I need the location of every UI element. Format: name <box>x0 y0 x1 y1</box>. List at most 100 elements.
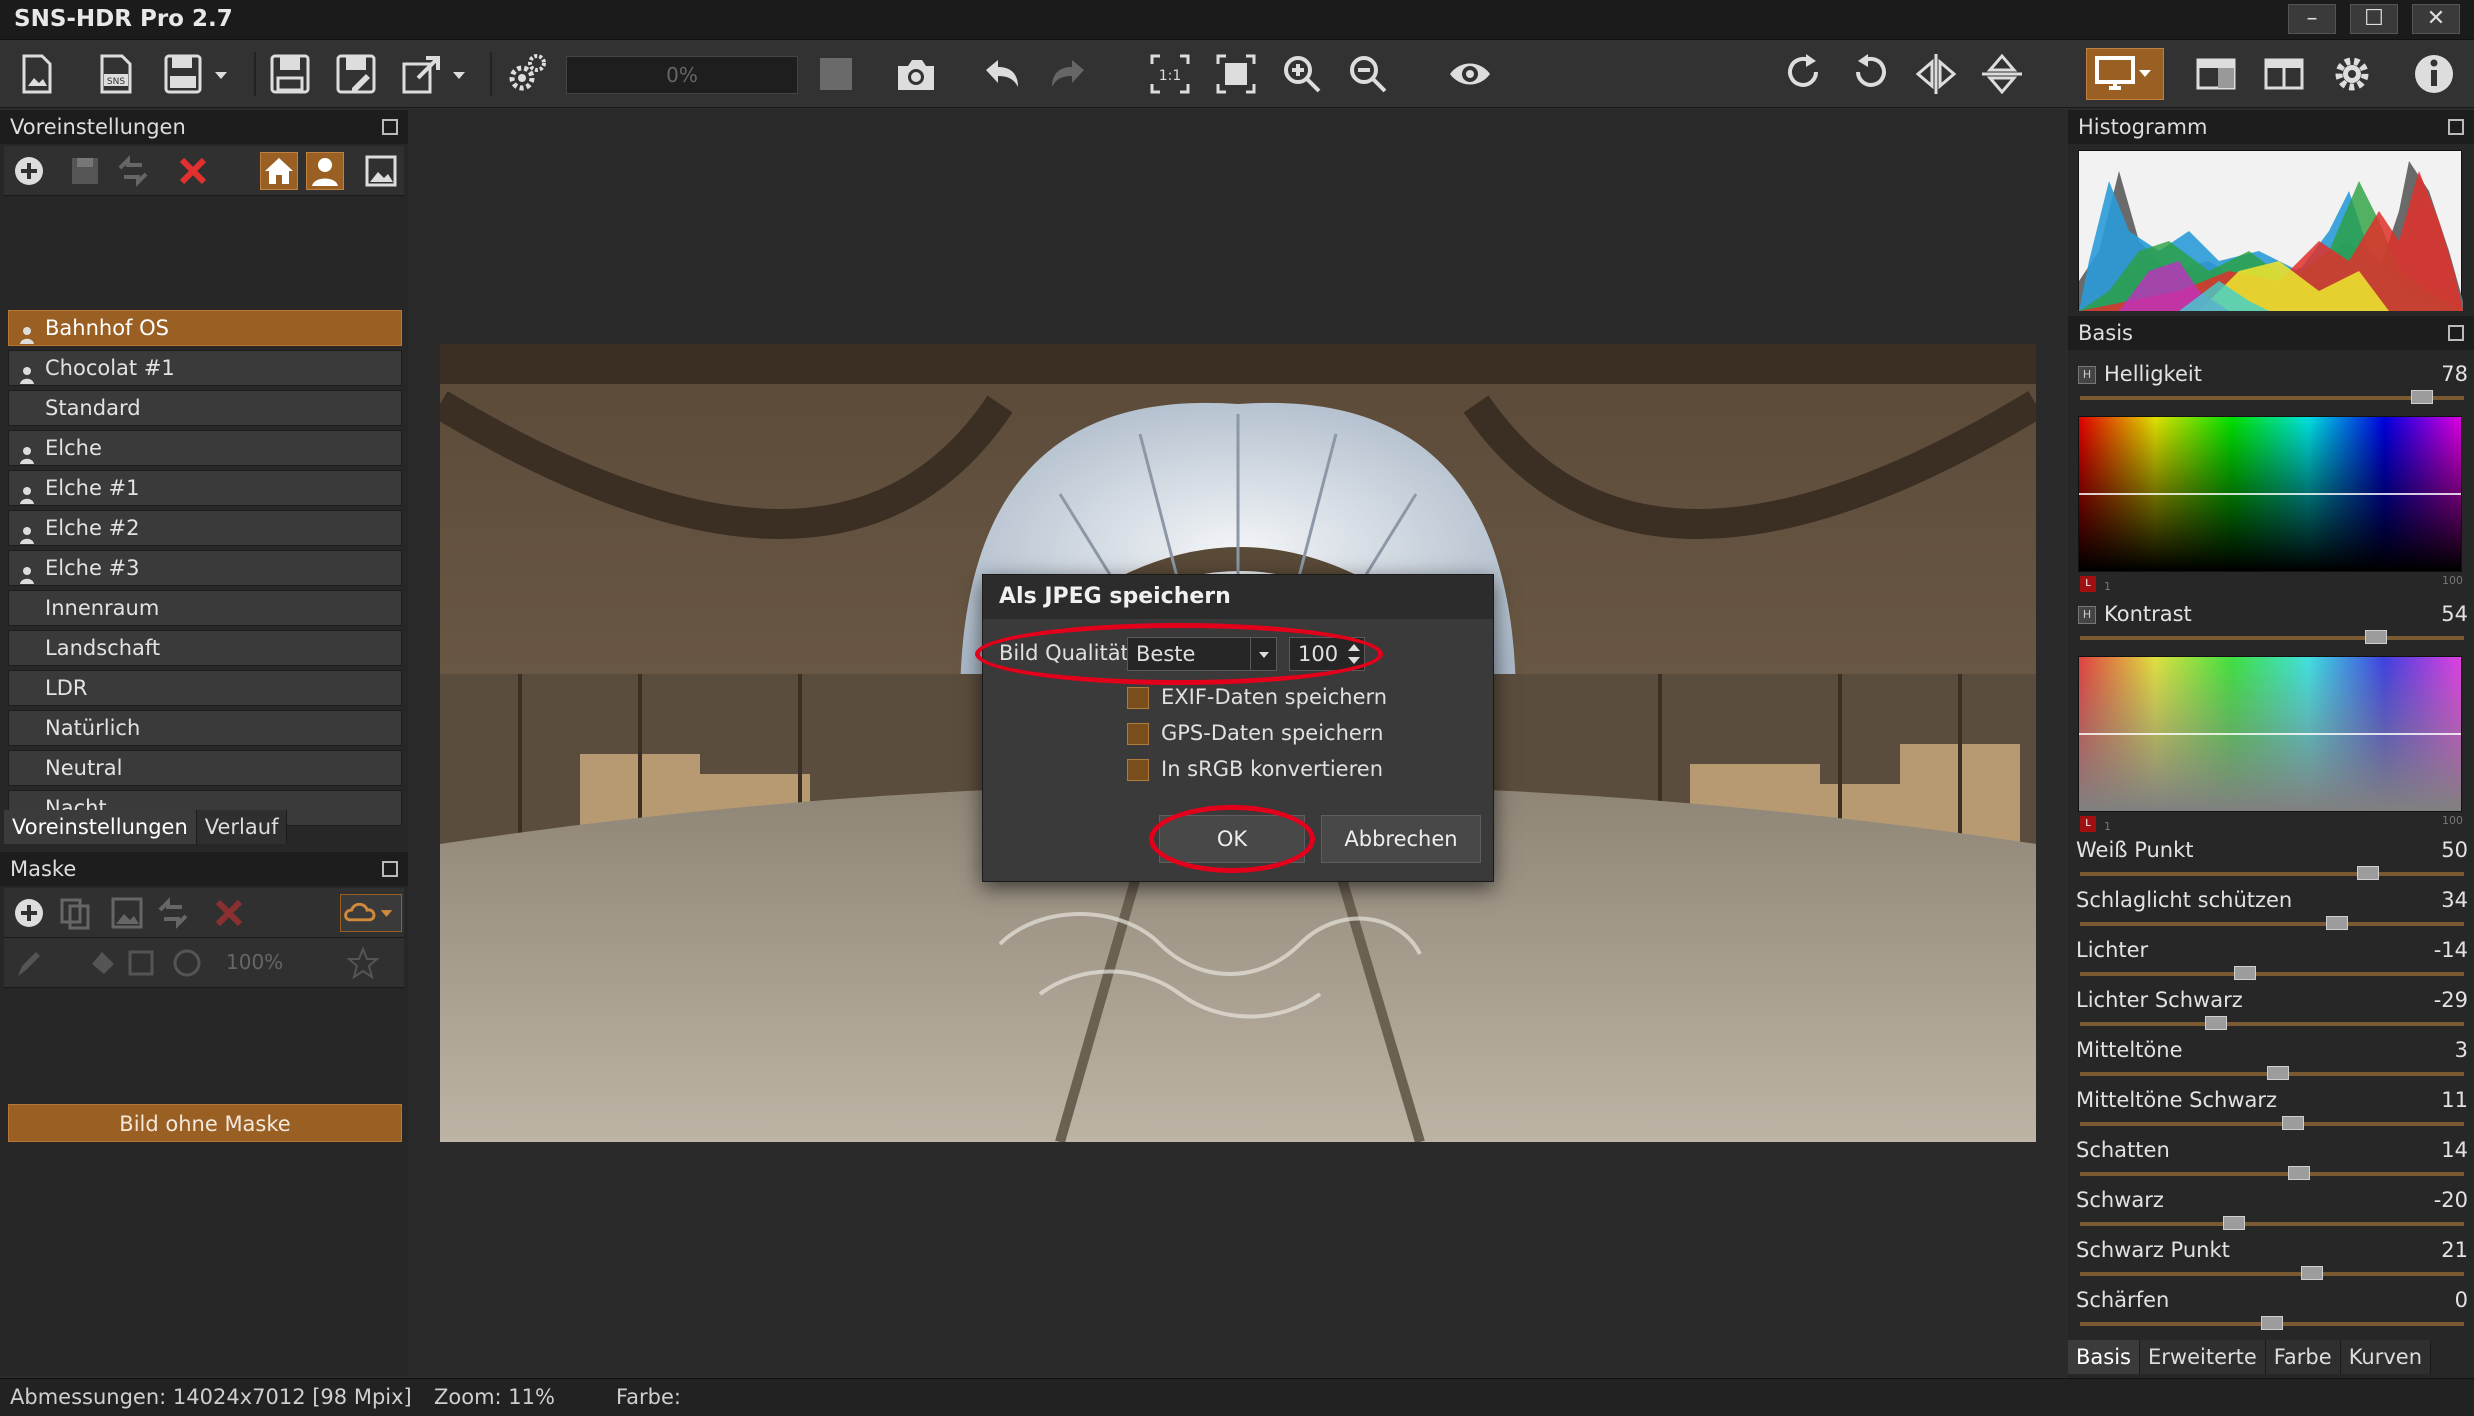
zoom-out-icon[interactable] <box>1342 48 1394 100</box>
preset-item[interactable]: Innenraum <box>8 590 402 626</box>
flip-horizontal-icon[interactable] <box>1910 48 1962 100</box>
undo-icon[interactable] <box>976 48 1028 100</box>
slider-knob[interactable] <box>2410 390 2433 404</box>
rotate-right-icon[interactable] <box>1778 48 1830 100</box>
open-image-icon[interactable] <box>10 48 62 100</box>
update-preset-icon[interactable] <box>114 152 152 190</box>
brush-icon[interactable] <box>10 944 48 982</box>
slider-track[interactable] <box>2080 922 2464 926</box>
home-presets-icon[interactable] <box>260 152 298 190</box>
save-sns-dropdown-icon[interactable] <box>208 48 234 100</box>
slider-knob[interactable] <box>2222 1216 2245 1230</box>
save-preset-icon[interactable] <box>66 152 104 190</box>
preset-item[interactable]: Elche #1 <box>8 470 402 506</box>
preset-item[interactable]: Neutral <box>8 750 402 786</box>
slider-knob[interactable] <box>2234 966 2257 980</box>
preset-item[interactable]: Natürlich <box>8 710 402 746</box>
helligkeit-color-gradient[interactable] <box>2078 416 2462 572</box>
slider-knob[interactable] <box>2301 1266 2324 1280</box>
tab-erweiterte[interactable]: Erweiterte <box>2140 1340 2266 1374</box>
slider-track[interactable] <box>2080 1272 2464 1276</box>
mask-zoom-value[interactable]: 100% <box>226 950 283 974</box>
image-canvas[interactable]: Als JPEG speichern Bild Qualität Beste 1… <box>410 110 2066 1376</box>
slider-row[interactable]: Schlaglicht schützen 34 <box>2076 886 2468 936</box>
preset-item[interactable]: Bahnhof OS <box>8 310 402 346</box>
tab-farbe[interactable]: Farbe <box>2265 1340 2341 1374</box>
slider-knob[interactable] <box>2266 1066 2289 1080</box>
zoom-in-icon[interactable] <box>1276 48 1328 100</box>
slider-row[interactable]: Lichter Schwarz -29 <box>2076 986 2468 1036</box>
tab-kurven[interactable]: Kurven <box>2340 1340 2432 1374</box>
process-gears-icon[interactable] <box>500 48 552 100</box>
export-dropdown-icon[interactable] <box>446 48 472 100</box>
slider-track[interactable] <box>2080 636 2464 640</box>
slider-row[interactable]: Schwarz -20 <box>2076 1186 2468 1236</box>
export-icon[interactable] <box>396 48 448 100</box>
slider-kontrast[interactable]: H Kontrast 54 <box>2076 600 2468 650</box>
rectangle-icon[interactable] <box>122 944 160 982</box>
slider-row[interactable]: Schwarz Punkt 21 <box>2076 1236 2468 1286</box>
info-icon[interactable] <box>2408 48 2460 100</box>
ellipse-icon[interactable] <box>168 944 206 982</box>
slider-track[interactable] <box>2080 1122 2464 1126</box>
slider-row[interactable]: Weiß Punkt 50 <box>2076 836 2468 886</box>
settings-gear-icon[interactable] <box>2326 48 2378 100</box>
undock-icon[interactable] <box>2448 119 2464 135</box>
slider-row[interactable]: Mitteltöne 3 <box>2076 1036 2468 1086</box>
zoom-1to1-icon[interactable]: 1:1 <box>1144 48 1196 100</box>
preset-item[interactable]: Landschaft <box>8 630 402 666</box>
slider-track[interactable] <box>2080 1022 2464 1026</box>
slider-knob[interactable] <box>2364 630 2387 644</box>
undock-icon[interactable] <box>2448 325 2464 341</box>
no-mask-button[interactable]: Bild ohne Maske <box>8 1104 402 1142</box>
undock-icon[interactable] <box>382 861 398 877</box>
preset-item[interactable]: Standard <box>8 390 402 426</box>
preset-item[interactable]: Elche #3 <box>8 550 402 586</box>
redo-icon[interactable] <box>1042 48 1094 100</box>
kontrast-color-gradient[interactable] <box>2078 656 2462 812</box>
add-mask-icon[interactable] <box>10 894 48 932</box>
add-preset-icon[interactable] <box>10 152 48 190</box>
save-as-icon[interactable] <box>330 48 382 100</box>
fill-icon[interactable] <box>84 944 122 982</box>
delete-preset-icon[interactable] <box>174 152 212 190</box>
save-sns-icon[interactable] <box>158 48 210 100</box>
slider-track[interactable] <box>2080 1222 2464 1226</box>
slider-knob[interactable] <box>2357 866 2379 880</box>
tab-voreinstellungen[interactable]: Voreinstellungen <box>4 810 197 844</box>
tab-verlauf[interactable]: Verlauf <box>196 810 288 844</box>
slider-row[interactable]: Lichter -14 <box>2076 936 2468 986</box>
layout-panels-icon[interactable] <box>2190 48 2242 100</box>
slider-knob[interactable] <box>2205 1016 2228 1030</box>
slider-track[interactable] <box>2080 396 2464 400</box>
mask-shape-icon[interactable] <box>340 894 402 932</box>
slider-row[interactable]: Mitteltöne Schwarz 11 <box>2076 1086 2468 1136</box>
delete-mask-icon[interactable] <box>210 894 248 932</box>
undock-icon[interactable] <box>382 119 398 135</box>
cancel-button[interactable]: Abbrechen <box>1321 815 1481 863</box>
image-presets-icon[interactable] <box>362 152 400 190</box>
preset-item[interactable]: Elche #2 <box>8 510 402 546</box>
srgb-checkbox[interactable] <box>1127 759 1149 781</box>
preview-eye-icon[interactable] <box>1444 48 1496 100</box>
slider-knob[interactable] <box>2261 1316 2283 1330</box>
preset-item[interactable]: Chocolat #1 <box>8 350 402 386</box>
flip-vertical-icon[interactable] <box>1976 48 2028 100</box>
preset-item[interactable]: Elche <box>8 430 402 466</box>
mask-image-icon[interactable] <box>108 894 146 932</box>
layout-split-icon[interactable] <box>2258 48 2310 100</box>
slider-track[interactable] <box>2080 972 2464 976</box>
fit-to-window-icon[interactable] <box>1210 48 1262 100</box>
preset-item[interactable]: LDR <box>8 670 402 706</box>
minimize-button[interactable]: – <box>2288 4 2336 34</box>
close-button[interactable]: ✕ <box>2412 4 2460 34</box>
star-icon[interactable] <box>344 944 382 982</box>
slider-row[interactable]: Schärfen 0 <box>2076 1286 2468 1336</box>
display-mode-icon[interactable] <box>2086 48 2164 100</box>
maximize-button[interactable]: ☐ <box>2350 4 2398 34</box>
slider-knob[interactable] <box>2287 1166 2310 1180</box>
open-sns-icon[interactable]: SNS <box>90 48 142 100</box>
slider-knob[interactable] <box>2282 1116 2305 1130</box>
save-icon[interactable] <box>264 48 316 100</box>
copy-mask-icon[interactable] <box>56 894 94 932</box>
